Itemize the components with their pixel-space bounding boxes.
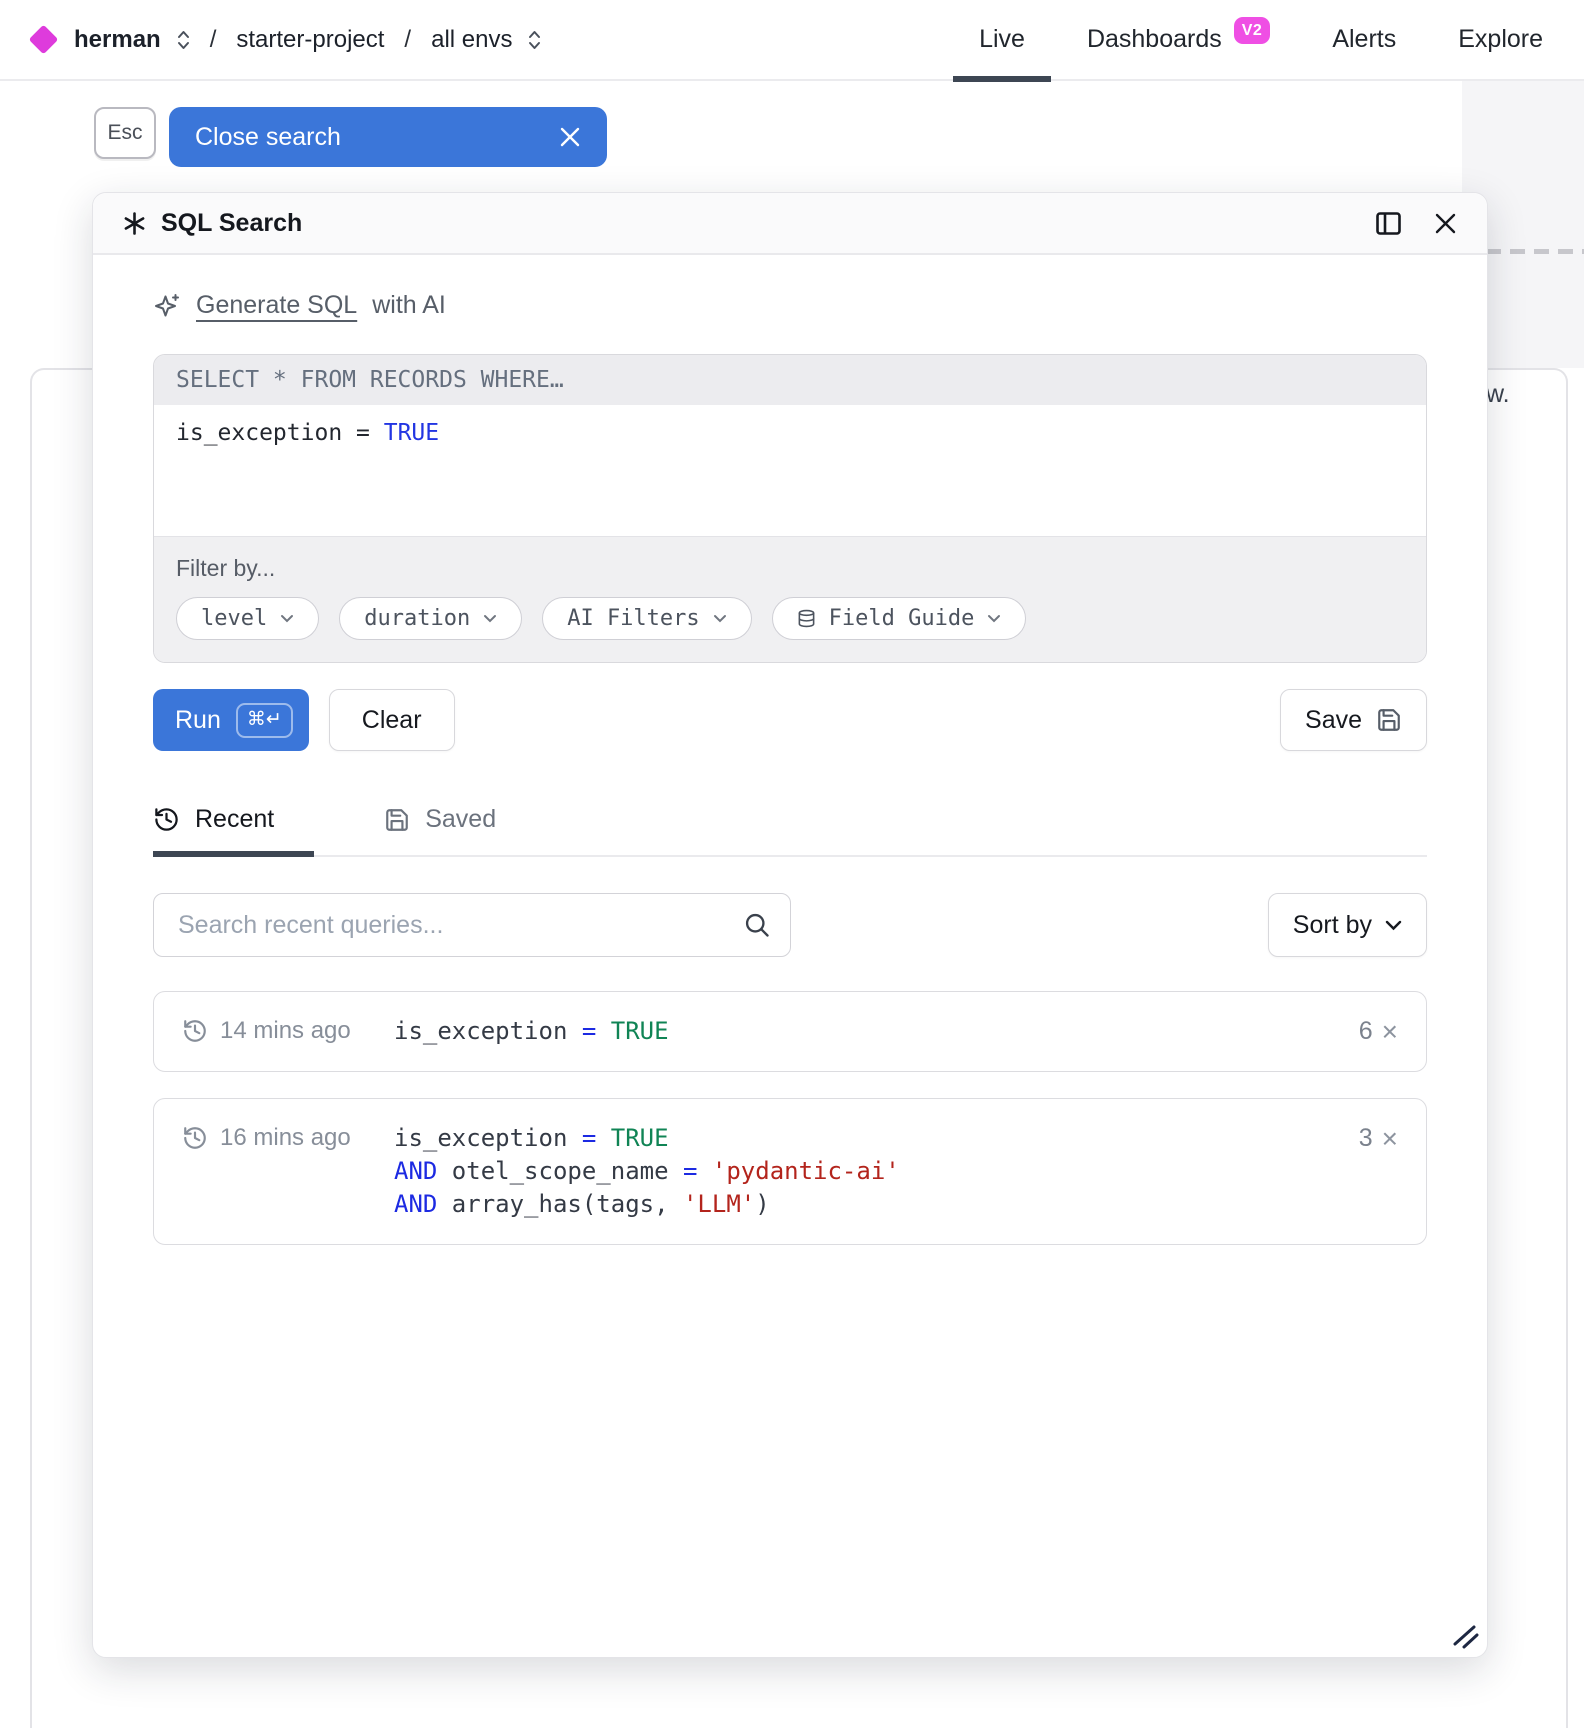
chevron-down-icon	[280, 614, 294, 623]
filter-chip-level[interactable]: level	[176, 597, 319, 640]
save-icon	[1376, 707, 1402, 733]
close-icon	[559, 126, 581, 148]
database-icon	[797, 608, 816, 629]
query-code: is_exception = TRUE	[394, 1015, 669, 1048]
resize-handle[interactable]	[1451, 1621, 1479, 1649]
sort-by-button[interactable]: Sort by	[1268, 893, 1427, 957]
generate-sql-suffix: with AI	[372, 291, 446, 320]
query-token: TRUE	[384, 420, 439, 446]
query-row[interactable]: 16 mins ago is_exception = TRUEAND otel_…	[153, 1098, 1427, 1245]
query-count: 3	[1359, 1124, 1373, 1153]
cmd-enter-kbd: ⌘↵	[236, 703, 293, 738]
breadcrumb-separator: /	[404, 26, 411, 54]
asterisk-icon	[123, 212, 146, 235]
tab-recent[interactable]: Recent	[153, 805, 314, 857]
editor-actions: Run ⌘↵ Clear Save	[153, 689, 1427, 751]
breadcrumb: herman / starter-project / all envs	[33, 26, 541, 54]
side-panel-icon[interactable]	[1375, 210, 1402, 237]
history-tabs: Recent Saved	[153, 805, 1427, 857]
top-navbar: herman / starter-project / all envs Live…	[0, 0, 1584, 81]
logfire-logo-icon	[29, 25, 59, 55]
nav-tabs: Live Dashboards V2 Alerts Explore	[979, 0, 1543, 80]
sort-chevrons-icon[interactable]	[177, 29, 190, 51]
history-icon	[182, 1018, 208, 1044]
recent-query-list: 14 mins ago is_exception = TRUE 6 × 16 m…	[153, 991, 1427, 1245]
save-button[interactable]: Save	[1280, 689, 1427, 751]
nav-tab-explore[interactable]: Explore	[1458, 0, 1543, 80]
sql-editor: SELECT * FROM RECORDS WHERE… is_exceptio…	[153, 354, 1427, 663]
filter-chip-field-guide[interactable]: Field Guide	[772, 597, 1027, 640]
v2-badge: V2	[1234, 17, 1271, 44]
history-icon	[153, 806, 180, 833]
history-icon	[182, 1125, 208, 1151]
query-count: 6	[1359, 1017, 1373, 1046]
filter-label: Filter by...	[176, 555, 1404, 582]
breadcrumb-separator: /	[210, 26, 217, 54]
search-recent-input[interactable]	[153, 893, 791, 957]
close-search-label: Close search	[195, 123, 341, 152]
query-code: is_exception = TRUEAND otel_scope_name =…	[394, 1122, 900, 1221]
chevron-down-icon	[1385, 920, 1402, 931]
nav-tab-dashboards[interactable]: Dashboards V2	[1087, 0, 1270, 80]
sparkle-icon	[153, 292, 181, 320]
recent-toolbar: Sort by	[153, 893, 1427, 957]
save-icon	[384, 807, 410, 833]
search-icon	[743, 911, 771, 939]
query-time: 14 mins ago	[220, 1017, 351, 1045]
clipped-background-text: w.	[1486, 380, 1510, 409]
sql-editor-input[interactable]: is_exception = TRUE	[154, 405, 1426, 536]
nav-tab-live[interactable]: Live	[979, 0, 1025, 80]
chevron-down-icon	[483, 614, 497, 623]
dismiss-icon[interactable]: ×	[1382, 1018, 1398, 1046]
org-switcher[interactable]: herman	[74, 26, 161, 54]
tab-saved[interactable]: Saved	[384, 805, 496, 857]
chevron-down-icon	[713, 614, 727, 623]
sql-search-modal: SQL Search Generate SQL with AI SELECT *…	[92, 192, 1488, 1658]
filter-section: Filter by... level duration AI Filters	[154, 536, 1426, 662]
filter-chip-duration[interactable]: duration	[339, 597, 522, 640]
close-search-button[interactable]: Close search	[169, 107, 607, 167]
clear-button[interactable]: Clear	[329, 689, 455, 751]
esc-keycap: Esc	[94, 107, 156, 159]
chevron-down-icon	[987, 614, 1001, 623]
env-switcher[interactable]: all envs	[431, 26, 512, 54]
dismiss-icon[interactable]: ×	[1382, 1125, 1398, 1153]
modal-title: SQL Search	[161, 209, 302, 238]
nav-tab-alerts[interactable]: Alerts	[1332, 0, 1396, 80]
sql-editor-hint: SELECT * FROM RECORDS WHERE…	[154, 355, 1426, 405]
query-token: is_exception =	[176, 420, 384, 446]
modal-header: SQL Search	[93, 193, 1487, 255]
project-name[interactable]: starter-project	[236, 26, 384, 54]
generate-sql-link[interactable]: Generate SQL	[196, 291, 357, 320]
filter-chip-ai-filters[interactable]: AI Filters	[542, 597, 751, 640]
generate-sql-row: Generate SQL with AI	[153, 291, 1427, 320]
modal-body: Generate SQL with AI SELECT * FROM RECOR…	[93, 255, 1487, 1657]
query-row[interactable]: 14 mins ago is_exception = TRUE 6 ×	[153, 991, 1427, 1072]
run-button[interactable]: Run ⌘↵	[153, 689, 309, 751]
sort-chevrons-icon[interactable]	[528, 29, 541, 51]
close-modal-icon[interactable]	[1434, 212, 1457, 235]
query-time: 16 mins ago	[220, 1124, 351, 1152]
